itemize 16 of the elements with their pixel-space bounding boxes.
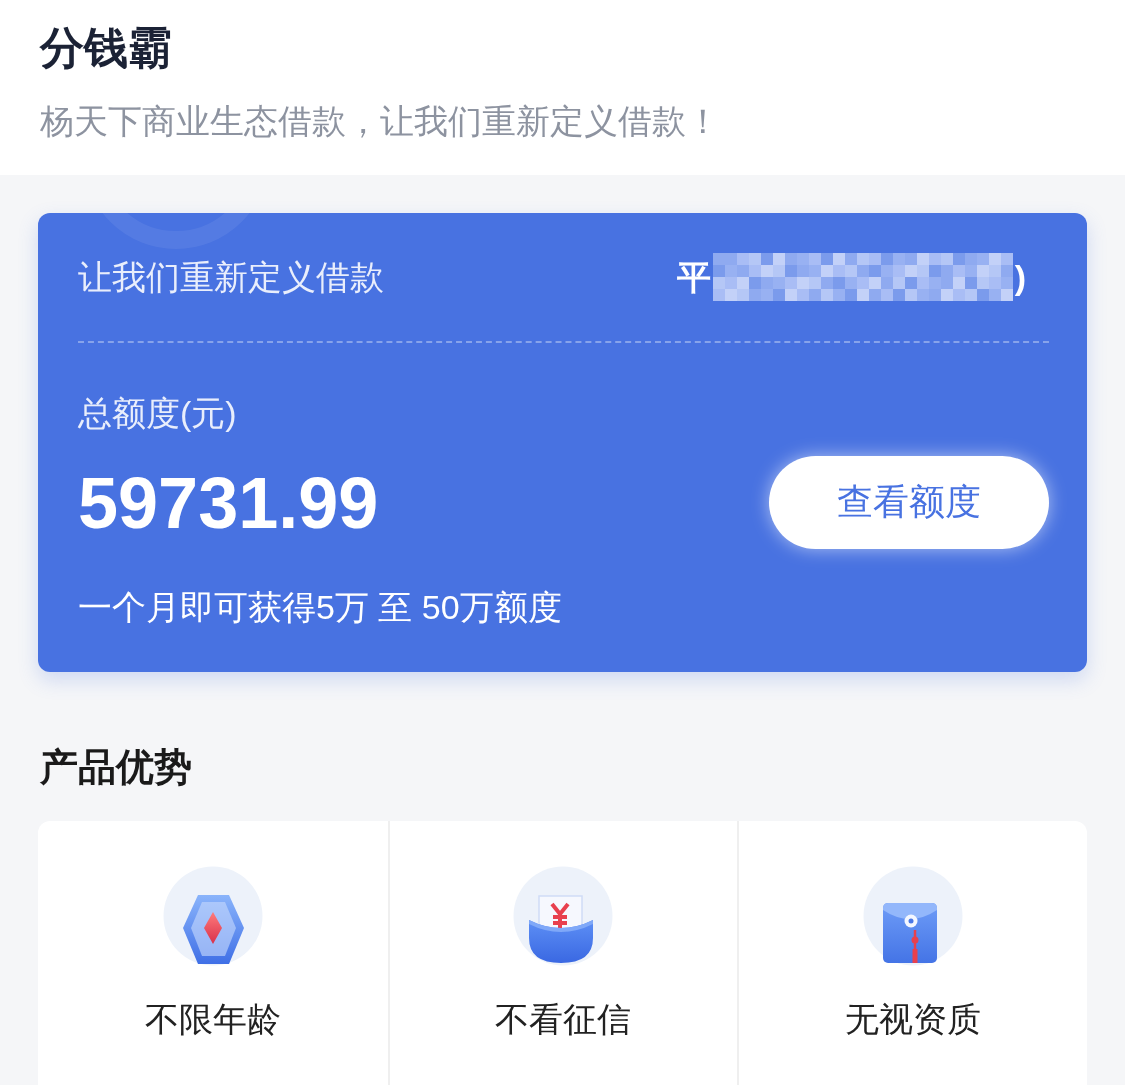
app-subtitle: 杨天下商业生态借款，让我们重新定义借款！ [40, 101, 720, 142]
advantage-label: 无视资质 [845, 999, 982, 1039]
account-suffix-text: ) [1014, 257, 1026, 297]
gem-icon [162, 866, 263, 966]
account-name-text: 平 [676, 257, 711, 297]
card-slogan: 让我们重新定义借款 [78, 257, 384, 297]
limit-label: 总额度(元) [78, 393, 237, 433]
app-title: 分钱霸 [40, 22, 172, 74]
wallet-icon [513, 866, 614, 966]
limit-amount: 59731.99 [78, 462, 379, 543]
section-title: 产品优势 [40, 745, 192, 790]
limit-range-note: 一个月即可获得5万 至 50万额度 [78, 587, 562, 627]
envelope-icon [863, 866, 964, 966]
advantage-label: 不看征信 [495, 999, 632, 1039]
advantage-label: 不限年龄 [144, 999, 281, 1039]
view-limit-button[interactable]: 查看额度 [769, 456, 1049, 549]
